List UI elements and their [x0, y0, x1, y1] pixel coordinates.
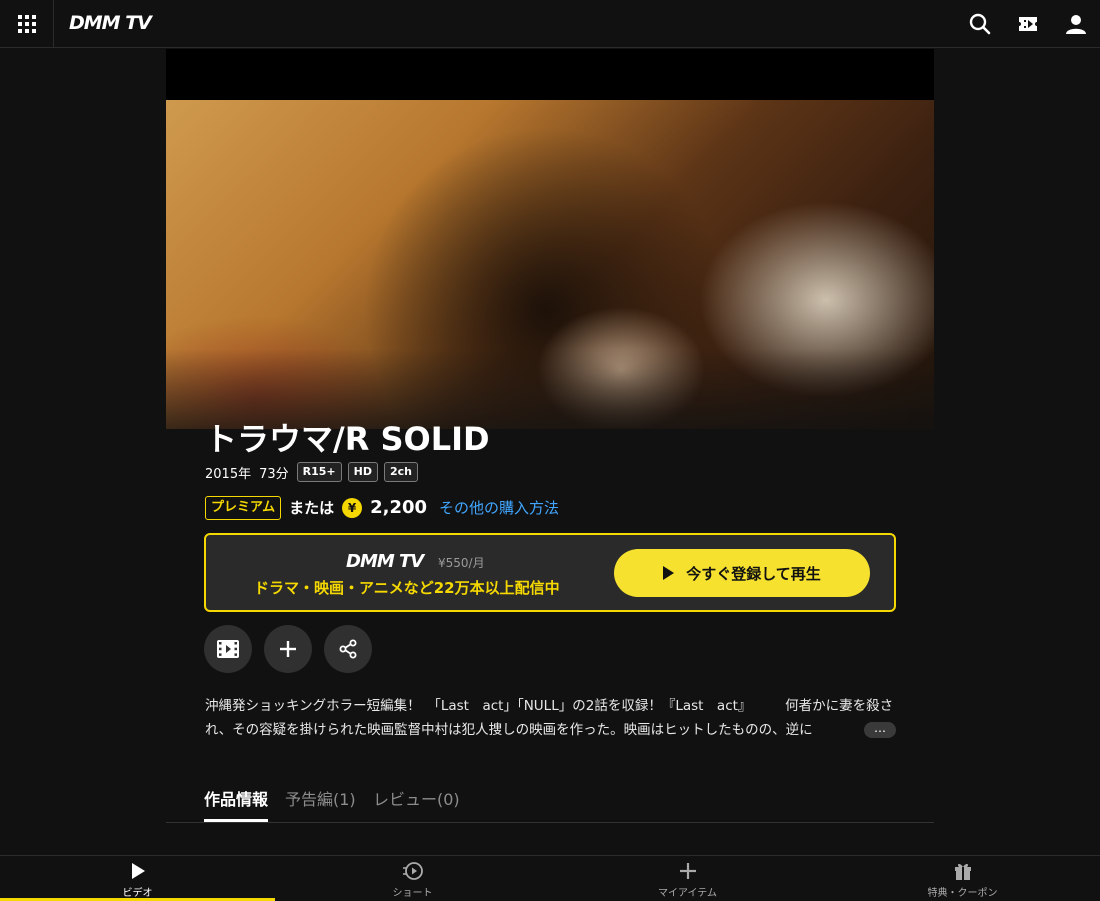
trailer-button[interactable]	[204, 625, 252, 673]
quality-badge: HD	[347, 462, 378, 482]
plus-icon	[280, 641, 296, 657]
promo-monthly-price: ¥550/月	[438, 556, 485, 570]
dmm-tv-logo[interactable]: DMM TV	[69, 12, 152, 34]
promo-logo: DMM TV	[346, 551, 424, 572]
nav-my-items[interactable]: マイアイテム	[550, 856, 825, 901]
grid-icon	[17, 15, 36, 33]
ticket-button[interactable]	[1016, 12, 1040, 36]
tab-reviews[interactable]: レビュー(0)	[373, 786, 460, 810]
tab-work-info[interactable]: 作品情報	[204, 786, 268, 810]
price-value: 2,200	[370, 497, 428, 518]
meta-row: 2015年 73分 R15+ HD 2ch	[205, 461, 418, 483]
promo-subtitle: ドラマ・映画・アニメなど22万本以上配信中	[254, 579, 560, 597]
add-to-list-button[interactable]	[264, 625, 312, 673]
active-tab-indicator	[204, 819, 268, 822]
plus-icon	[677, 861, 699, 881]
nav-my-items-label: マイアイテム	[658, 888, 717, 899]
premium-badge: プレミアム	[205, 495, 282, 520]
release-year: 2015年	[205, 466, 252, 482]
film-icon	[217, 640, 239, 658]
page-title: トラウマ/R SOLID	[205, 420, 490, 458]
search-button[interactable]	[968, 12, 992, 36]
nav-short-label: ショート	[392, 888, 433, 899]
gift-icon	[952, 861, 974, 881]
content-tabs: 作品情報 予告編(1) レビュー(0)	[166, 780, 934, 823]
yen-icon: ¥	[342, 497, 363, 518]
user-icon	[1066, 15, 1086, 34]
top-header: DMM TV	[0, 0, 1100, 48]
nav-video-label: ビデオ	[122, 888, 153, 899]
hero-player[interactable]	[166, 49, 934, 429]
nav-video[interactable]: ビデオ	[0, 856, 275, 901]
duration: 73分	[259, 466, 289, 482]
account-button[interactable]	[1064, 12, 1088, 36]
menu-grid-button[interactable]	[0, 0, 54, 48]
register-and-play-label: 今すぐ登録して再生	[686, 564, 821, 583]
play-icon	[663, 566, 675, 580]
nav-perks-coupons-label: 特典・クーポン	[927, 888, 998, 899]
share-button[interactable]	[324, 625, 372, 673]
subscription-promo: DMM TV ¥550/月 ドラマ・映画・アニメなど22万本以上配信中 今すぐ登…	[204, 533, 896, 612]
price-row: プレミアム または ¥ 2,200 その他の購入方法	[205, 494, 559, 521]
bottom-navigation: ビデオ ショート マイアイテム 特典・クーポン	[0, 855, 1100, 901]
expand-description-button[interactable]: …	[864, 722, 896, 738]
share-icon	[339, 639, 357, 659]
other-purchase-link[interactable]: その他の購入方法	[439, 497, 559, 518]
register-and-play-button[interactable]: 今すぐ登録して再生	[614, 549, 870, 597]
search-icon	[969, 13, 991, 35]
tab-trailers[interactable]: 予告編(1)	[285, 786, 356, 810]
rating-badge: R15+	[296, 462, 342, 482]
nav-perks-coupons[interactable]: 特典・クーポン	[825, 856, 1100, 901]
ticket-icon	[1019, 17, 1037, 31]
short-icon	[402, 861, 424, 881]
play-icon	[127, 861, 149, 881]
audio-badge: 2ch	[383, 462, 418, 482]
nav-short[interactable]: ショート	[275, 856, 550, 901]
description: 沖縄発ショッキングホラー短編集！ 「Last act」「NULL」の2話を収録！…	[205, 698, 894, 738]
or-label: または	[289, 499, 335, 517]
